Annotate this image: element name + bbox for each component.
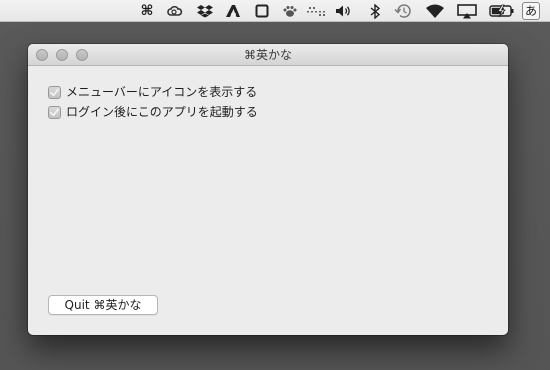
launch-at-login-row[interactable]: ログイン後にこのアプリを起動する	[48, 104, 258, 120]
volume-icon[interactable]	[335, 3, 353, 19]
bluetooth-icon[interactable]	[366, 3, 384, 19]
app-window: ⌘英かな メニューバーにアイコンを表示する ログイン後にこのアプリを起動する Q…	[28, 44, 508, 335]
creative-cloud-icon[interactable]	[166, 3, 184, 19]
input-method-icon[interactable]: あ	[522, 2, 540, 20]
checkmark-icon	[50, 88, 59, 96]
show-menubar-icon-checkbox[interactable]	[48, 85, 61, 99]
quit-button[interactable]: Quit ⌘英かな	[48, 295, 158, 315]
time-machine-icon[interactable]	[394, 3, 412, 19]
show-menubar-icon-label[interactable]: メニューバーにアイコンを表示する	[66, 84, 257, 100]
battery-charging-icon[interactable]	[489, 3, 515, 19]
wifi-icon[interactable]	[424, 3, 446, 19]
square-outline-icon[interactable]	[253, 3, 271, 19]
input-method-label: あ	[524, 4, 537, 18]
dropbox-icon[interactable]	[196, 3, 214, 19]
show-menubar-icon-row[interactable]: メニューバーにアイコンを表示する	[48, 84, 257, 100]
launch-at-login-label[interactable]: ログイン後にこのアプリを起動する	[66, 104, 258, 120]
launch-at-login-checkbox[interactable]	[48, 105, 61, 119]
airplay-icon[interactable]	[456, 3, 478, 19]
app-a-icon[interactable]	[224, 3, 242, 19]
paw-icon[interactable]	[281, 3, 299, 19]
keyboard-dots-icon[interactable]	[306, 3, 328, 19]
command-icon[interactable]: ⌘	[138, 3, 156, 19]
window-title: ⌘英かな	[243, 48, 292, 62]
title-bar[interactable]: ⌘英かな	[28, 44, 508, 66]
menu-bar: ⌘ あ	[0, 0, 550, 22]
checkmark-icon	[50, 108, 59, 116]
